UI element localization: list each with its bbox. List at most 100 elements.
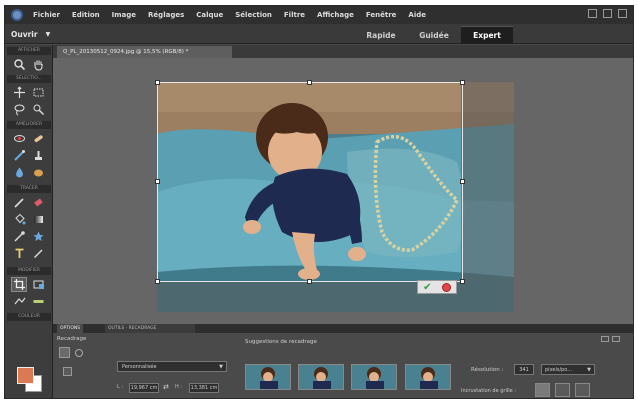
commit-check-icon[interactable]: ✔: [423, 282, 431, 293]
tool-section-view: AFFICHER: [7, 47, 51, 55]
crop-suggestion-thumb-4[interactable]: [405, 364, 451, 390]
menu-help[interactable]: Aide: [408, 11, 426, 19]
content-aware-move-tool-icon[interactable]: [11, 294, 27, 309]
spot-healing-tool-icon[interactable]: [30, 131, 46, 146]
tool-section-select: SÉLECTIO...: [7, 75, 51, 83]
marquee-tool-icon[interactable]: [30, 85, 46, 100]
red-eye-tool-icon[interactable]: [11, 131, 27, 146]
tool-section-modify: MODIFIER: [7, 267, 51, 275]
close-button[interactable]: [618, 9, 627, 18]
zoom-tool-icon[interactable]: [11, 57, 27, 72]
crop-shield-right: [461, 82, 514, 312]
tab-quick[interactable]: Rapide: [353, 26, 409, 44]
recompose-tool-icon[interactable]: [30, 277, 46, 292]
menu-edit[interactable]: Edition: [72, 11, 100, 19]
grid-full-button[interactable]: [575, 383, 590, 397]
crop-handle-top[interactable]: [307, 80, 312, 85]
menu-layer[interactable]: Calque: [196, 11, 223, 19]
crop-handle-left[interactable]: [155, 179, 160, 184]
document-tab-bar: Q_PL_20130512_0924.jpg @ 15,5% (RGB/8) *: [53, 45, 633, 58]
brush-tool-icon[interactable]: [11, 195, 27, 210]
foreground-color-swatch[interactable]: [17, 367, 34, 384]
tools-panel: AFFICHER SÉLECTIO... AMÉLIORER TRACER MO…: [5, 45, 53, 398]
crop-selection-box[interactable]: [155, 80, 465, 284]
tool-section-color: COULEUR: [7, 313, 51, 321]
tab-other-panel[interactable]: OUTILS · RECADRAGE: [105, 324, 195, 333]
smart-brush-tool-icon[interactable]: [11, 148, 27, 163]
crop-handle-bottom[interactable]: [307, 279, 312, 284]
crop-mode-rect-icon[interactable]: [59, 347, 70, 358]
open-button-label: Ouvrir: [11, 29, 38, 39]
tab-expert[interactable]: Expert: [461, 26, 513, 44]
crop-handle-top-left[interactable]: [155, 80, 160, 85]
crop-shield-bottom: [157, 282, 461, 312]
sponge-tool-icon[interactable]: [30, 165, 46, 180]
hand-tool-icon[interactable]: [30, 57, 46, 72]
crop-suggestion-thumb-1[interactable]: [245, 364, 291, 390]
canvas-area[interactable]: ✔: [53, 58, 633, 324]
gradient-tool-icon[interactable]: [30, 212, 46, 227]
maximize-button[interactable]: [603, 9, 612, 18]
resolution-units-select[interactable]: pixels/po... ▼: [541, 364, 595, 375]
aspect-ratio-select[interactable]: Personnalisée ▼: [117, 361, 227, 372]
mode-bar: Ouvrir ▼ Rapide Guidée Expert: [5, 24, 633, 44]
menu-view[interactable]: Affichage: [317, 11, 354, 19]
resolution-label: Résolution :: [471, 367, 504, 373]
grid-overlay-label: Incrustation de grille :: [461, 388, 516, 394]
tab-tool-options[interactable]: OPTIONS: [57, 324, 84, 333]
grid-none-button[interactable]: [535, 383, 550, 397]
type-tool-icon[interactable]: [11, 246, 27, 261]
resolution-field[interactable]: 341: [514, 364, 534, 375]
menu-image[interactable]: Image: [112, 11, 136, 19]
straighten-tool-icon[interactable]: [30, 294, 46, 309]
width-field[interactable]: 19,967 cm: [129, 383, 159, 393]
crop-handle-bottom-right[interactable]: [460, 279, 465, 284]
move-tool-icon[interactable]: [11, 85, 27, 100]
menu-adjustments[interactable]: Réglages: [148, 11, 184, 19]
eyedropper-tool-icon[interactable]: [11, 229, 27, 244]
paint-bucket-tool-icon[interactable]: [11, 212, 27, 227]
swap-dimensions-icon[interactable]: ⇄: [163, 383, 169, 391]
crop-handle-bottom-left[interactable]: [155, 279, 160, 284]
chevron-down-icon[interactable]: ▼: [46, 31, 51, 38]
cancel-circle-icon[interactable]: [441, 282, 451, 292]
crop-mode-radio-icon[interactable]: [75, 349, 83, 357]
lasso-tool-icon[interactable]: [11, 102, 27, 117]
crop-tool-icon[interactable]: [11, 277, 27, 292]
panel-collapse-icon[interactable]: [601, 336, 609, 342]
panel-menu-icons: [601, 336, 620, 342]
crop-suggestion-thumb-3[interactable]: [351, 364, 397, 390]
panel-menu-icon[interactable]: [612, 336, 620, 342]
resolution-units-value: pixels/po...: [545, 367, 573, 373]
chevron-down-icon: ▼: [219, 364, 223, 370]
crop-suggestion-thumb-2[interactable]: [298, 364, 344, 390]
grid-thirds-button[interactable]: [555, 383, 570, 397]
height-field[interactable]: 13,381 cm: [189, 383, 219, 393]
menu-bar: Fichier Edition Image Réglages Calque Sé…: [5, 6, 633, 24]
pencil-tool-icon[interactable]: [30, 246, 46, 261]
blur-tool-icon[interactable]: [11, 165, 27, 180]
crop-preset-icon[interactable]: [63, 367, 72, 376]
panel-tab-bar: OPTIONS OUTILS · RECADRAGE: [53, 324, 633, 333]
document-tab[interactable]: Q_PL_20130512_0924.jpg @ 15,5% (RGB/8) *: [57, 46, 232, 58]
clone-stamp-tool-icon[interactable]: [30, 148, 46, 163]
crop-handle-right[interactable]: [460, 179, 465, 184]
menu-window[interactable]: Fenêtre: [366, 11, 397, 19]
open-button[interactable]: Ouvrir ▼: [11, 27, 61, 41]
crop-suggestions-label: Suggestions de recadrage: [245, 339, 317, 345]
menu-file[interactable]: Fichier: [33, 11, 60, 19]
tool-section-enhance: AMÉLIORER: [7, 121, 51, 129]
chevron-down-icon: ▼: [587, 367, 591, 373]
menu-select[interactable]: Sélection: [235, 11, 272, 19]
quick-selection-tool-icon[interactable]: [30, 102, 46, 117]
app-logo-icon: [11, 9, 23, 21]
tool-options-panel: Recadrage Personnalisée ▼ L : 19,967 cm …: [53, 333, 633, 398]
crop-handle-top-right[interactable]: [460, 80, 465, 85]
crop-commit-bar: ✔: [417, 280, 457, 294]
menu-filter[interactable]: Filtre: [284, 11, 305, 19]
minimize-button[interactable]: [588, 9, 597, 18]
custom-shape-tool-icon[interactable]: [30, 229, 46, 244]
eraser-tool-icon[interactable]: [30, 195, 46, 210]
tab-guided[interactable]: Guidée: [409, 26, 459, 44]
photoshop-elements-window: Fichier Edition Image Réglages Calque Sé…: [4, 5, 634, 399]
